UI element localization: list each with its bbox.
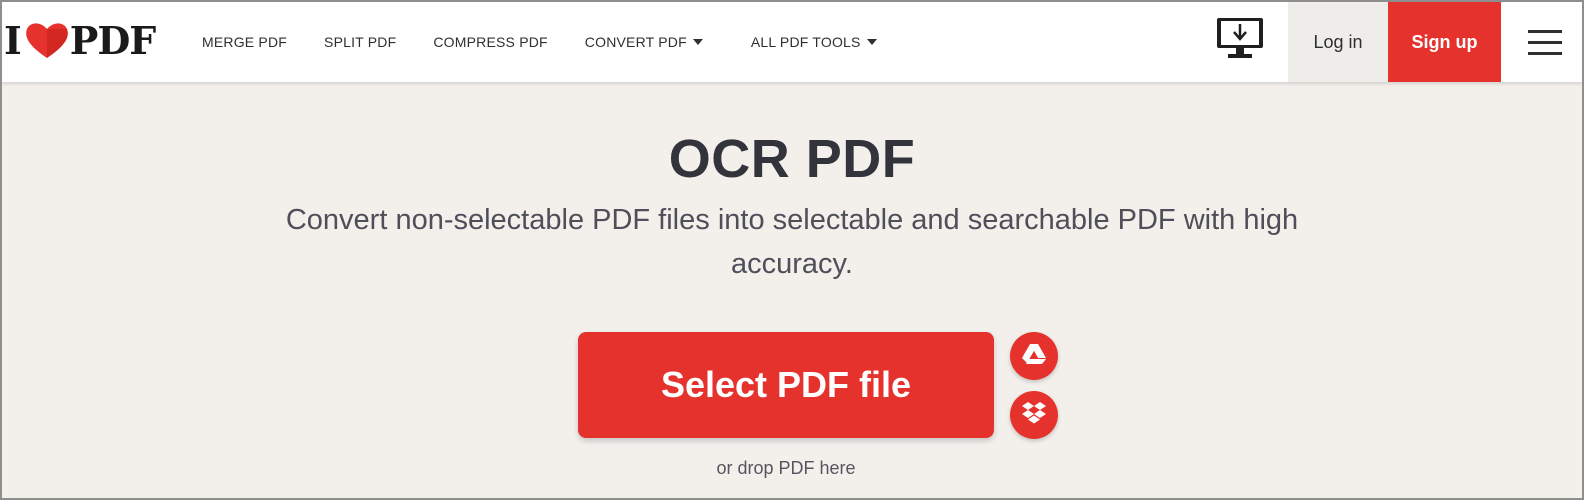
nav-label: MERGE PDF: [202, 34, 288, 50]
select-pdf-file-button[interactable]: Select PDF file: [578, 332, 994, 438]
login-label: Log in: [1313, 31, 1363, 52]
heart-icon: [23, 20, 71, 60]
desktop-download-button[interactable]: [1214, 16, 1266, 66]
google-drive-button[interactable]: [1010, 332, 1058, 380]
logo-text-i: I: [4, 17, 22, 63]
desktop-download-icon: [1215, 16, 1265, 67]
nav-label: SPLIT PDF: [324, 34, 397, 50]
google-drive-icon: [1021, 343, 1047, 370]
page-title: OCR PDF: [668, 129, 916, 189]
signup-label: Sign up: [1411, 31, 1478, 52]
caret-down-icon: [692, 39, 703, 45]
dropbox-button[interactable]: [1010, 391, 1058, 439]
caret-down-icon: [866, 39, 877, 45]
drop-hint-text: or drop PDF here: [716, 458, 856, 478]
dropbox-icon: [1021, 401, 1047, 430]
nav-convert-pdf[interactable]: CONVERT PDF: [585, 34, 703, 50]
nav-label: CONVERT PDF: [584, 34, 687, 50]
select-button-label: Select PDF file: [660, 364, 912, 405]
nav-split-pdf[interactable]: SPLIT PDF: [324, 34, 396, 50]
menu-bar: [1528, 40, 1562, 44]
signup-button[interactable]: Sign up: [1388, 2, 1501, 82]
menu-bar: [1528, 51, 1562, 55]
menu-bar: [1528, 29, 1562, 33]
hamburger-menu-icon[interactable]: [1528, 22, 1568, 62]
ilovepdf-logo[interactable]: I PDF: [4, 17, 157, 63]
nav-compress-pdf[interactable]: COMPRESS PDF: [433, 34, 547, 50]
nav-label: COMPRESS PDF: [433, 34, 548, 50]
main-nav: MERGE PDF SPLIT PDF COMPRESS PDF CONVERT…: [202, 2, 877, 82]
login-button[interactable]: Log in: [1288, 2, 1388, 82]
page-frame: I PDF MERGE PDF SPLIT PDF COMPRESS PDF C…: [0, 0, 1584, 500]
nav-merge-pdf[interactable]: MERGE PDF: [202, 34, 287, 50]
nav-all-pdf-tools[interactable]: ALL PDF TOOLS: [751, 34, 877, 50]
nav-label: ALL PDF TOOLS: [750, 34, 861, 50]
top-header: I PDF MERGE PDF SPLIT PDF COMPRESS PDF C…: [2, 2, 1582, 82]
page-subtitle: Convert non-selectable PDF files into se…: [285, 204, 1299, 280]
logo-text-pdf: PDF: [69, 17, 157, 63]
